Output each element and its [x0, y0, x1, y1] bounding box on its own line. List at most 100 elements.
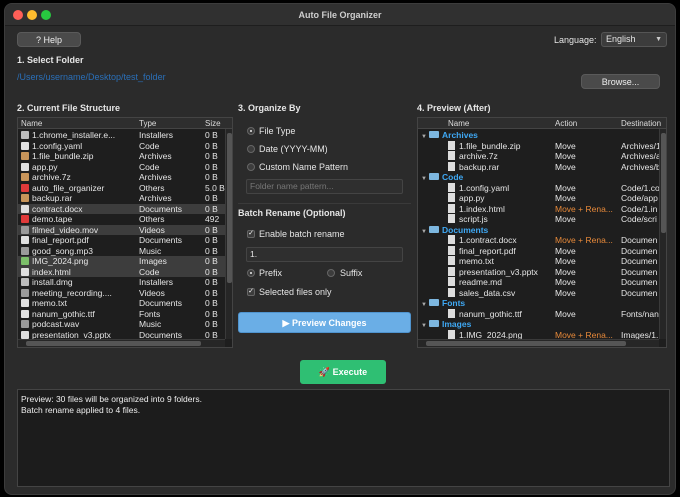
table-row[interactable]: nanum_gothic.ttf Fonts 0 B — [18, 309, 227, 320]
row-name: demo.tape — [21, 214, 137, 224]
horizontal-scrollbar[interactable] — [18, 339, 225, 347]
current-file-table[interactable]: Name Type Size 1.chrome_installer.e... In… — [17, 117, 233, 348]
document-icon — [448, 193, 455, 202]
file-size: 0 B — [205, 172, 218, 182]
vertical-scrollbar[interactable] — [659, 129, 666, 339]
radio-suffix[interactable] — [327, 269, 335, 277]
scroll-thumb[interactable] — [426, 341, 626, 346]
table-row[interactable]: 1.file_bundle.zip Archives 0 B — [18, 151, 227, 162]
tree-group-row[interactable]: ▼ Images — [418, 319, 661, 330]
tree-file-row[interactable]: sales_data.csv Move Documen — [418, 287, 661, 299]
horizontal-scrollbar[interactable] — [418, 339, 659, 347]
file-name: install.dmg — [32, 277, 73, 287]
file-name: app.py — [32, 161, 58, 172]
table-row[interactable]: filmed_video.mov Videos 0 B — [18, 224, 227, 235]
tree-file-row[interactable]: archive.7z Move Archives/a — [418, 151, 661, 162]
table-row[interactable]: 1.config.yaml Code 0 B — [18, 141, 227, 152]
column-header-name[interactable]: Name — [21, 119, 42, 128]
tree-group-row[interactable]: ▼ Documents — [418, 225, 661, 236]
tree-file-row[interactable]: 1.config.yaml Move Code/1.co — [418, 182, 661, 194]
file-type: Documents — [139, 235, 182, 245]
tree-file-row[interactable]: nanum_gothic.ttf Move Fonts/nan — [418, 308, 661, 320]
disclosure-triangle-icon[interactable]: ▼ — [421, 229, 429, 235]
row-name: podcast.wav — [21, 319, 137, 329]
radio-custom-pattern[interactable] — [247, 163, 255, 171]
folder-path-field[interactable]: /Users/username/Desktop/test_folder — [17, 72, 317, 82]
tree-file-row[interactable]: 1.contract.docx Move + Rena... Documen — [418, 235, 661, 246]
file-type: Archives — [139, 193, 172, 203]
table-row[interactable]: demo.tape Others 492 — [18, 214, 227, 225]
table-row[interactable]: app.py Code 0 B — [18, 162, 227, 173]
tree-file-row[interactable]: 1.file_bundle.zip Move Archives/1. — [418, 140, 661, 152]
file-size: 0 B — [205, 203, 218, 214]
preview-changes-button[interactable]: ▶ Preview Changes — [238, 312, 411, 333]
window-title: Auto File Organizer — [298, 10, 382, 20]
tree-file-row[interactable]: app.py Move Code/app — [418, 193, 661, 204]
table-row[interactable]: auto_file_organizer Others 5.0 B — [18, 183, 227, 194]
table-row[interactable]: good_song.mp3 Music 0 B — [18, 246, 227, 257]
disclosure-triangle-icon[interactable]: ▼ — [421, 176, 429, 182]
scroll-thumb[interactable] — [227, 133, 232, 283]
column-header-type[interactable]: Type — [139, 119, 156, 128]
row-name: 1.file_bundle.zip — [21, 151, 137, 161]
tree-group-row[interactable]: ▼ Fonts — [418, 298, 661, 309]
table-row[interactable]: 1.chrome_installer.e... Installers 0 B — [18, 130, 227, 141]
selected-only-checkbox[interactable]: ✓ — [247, 288, 255, 296]
title-bar: Auto File Organizer — [5, 4, 675, 26]
tree-file-row[interactable]: presentation_v3.pptx Move Documen — [418, 266, 661, 278]
file-destination: Code/scri — [621, 214, 657, 224]
document-icon — [448, 140, 455, 150]
table-row[interactable]: final_report.pdf Documents 0 B — [18, 235, 227, 246]
table-row[interactable]: archive.7z Archives 0 B — [18, 172, 227, 183]
file-name: presentation_v3.pptx — [459, 266, 538, 277]
tree-group-row[interactable]: ▼ Archives — [418, 130, 661, 141]
help-button[interactable]: ? Help — [17, 32, 81, 47]
table-row[interactable]: IMG_2024.png Images 0 B — [18, 256, 227, 267]
scroll-thumb[interactable] — [661, 133, 666, 233]
column-header-size[interactable]: Size — [205, 119, 221, 128]
tree-file-row[interactable]: memo.txt Move Documen — [418, 256, 661, 267]
enable-batch-rename-checkbox[interactable]: ✓ — [247, 230, 255, 238]
browse-button[interactable]: Browse... — [581, 74, 660, 89]
file-destination: Documen — [621, 277, 658, 287]
execute-button[interactable]: 🚀 Execute — [300, 360, 386, 384]
table-row[interactable]: contract.docx Documents 0 B — [18, 203, 227, 214]
disclosure-triangle-icon[interactable]: ▼ — [421, 134, 429, 140]
column-header-action[interactable]: Action — [555, 119, 577, 128]
radio-file-type[interactable] — [247, 127, 255, 135]
table-row[interactable]: meeting_recording.... Videos 0 B — [18, 288, 227, 299]
radio-date[interactable] — [247, 145, 255, 153]
rename-value-input[interactable]: 1. — [246, 247, 403, 262]
file-name: contract.docx — [32, 203, 83, 214]
tree-file-row[interactable]: final_report.pdf Move Documen — [418, 245, 661, 257]
table-row[interactable]: podcast.wav Music 0 B — [18, 319, 227, 330]
table-row[interactable]: memo.txt Documents 0 B — [18, 298, 227, 309]
pattern-input[interactable]: Folder name pattern... — [246, 179, 403, 194]
table-row[interactable]: install.dmg Installers 0 B — [18, 277, 227, 288]
column-header-name[interactable]: Name — [448, 119, 469, 128]
image-icon — [21, 257, 29, 265]
tree-file: memo.txt — [448, 256, 553, 266]
file-destination: Archives/b — [621, 161, 661, 172]
file-name: nanum_gothic.ttf — [32, 308, 95, 319]
vertical-scrollbar[interactable] — [225, 129, 232, 339]
tree-file-row[interactable]: script.js Move Code/scri — [418, 214, 661, 225]
scroll-thumb[interactable] — [26, 341, 201, 346]
column-header-destination[interactable]: Destination — [621, 119, 661, 128]
radio-prefix[interactable] — [247, 269, 255, 277]
row-name: contract.docx — [21, 204, 137, 214]
file-name: 1.config.yaml — [459, 182, 510, 193]
tree-file-row[interactable]: 1.index.html Move + Rena... Code/1.in — [418, 203, 661, 215]
preview-tree-table[interactable]: Name Action Destination ▼ Archives 1.file_… — [417, 117, 667, 348]
file-action: Move — [555, 287, 576, 298]
tree-file-row[interactable]: backup.rar Move Archives/b — [418, 161, 661, 173]
language-select[interactable]: English ▼ — [601, 32, 667, 47]
tree-file-row[interactable]: readme.md Move Documen — [418, 277, 661, 288]
disclosure-triangle-icon[interactable]: ▼ — [421, 302, 429, 308]
tree-group-row[interactable]: ▼ Code — [418, 172, 661, 183]
table-row[interactable]: index.html Code 0 B — [18, 266, 227, 277]
folder-icon — [429, 131, 439, 138]
document-icon — [448, 266, 455, 276]
table-row[interactable]: backup.rar Archives 0 B — [18, 193, 227, 204]
disclosure-triangle-icon[interactable]: ▼ — [421, 323, 429, 329]
